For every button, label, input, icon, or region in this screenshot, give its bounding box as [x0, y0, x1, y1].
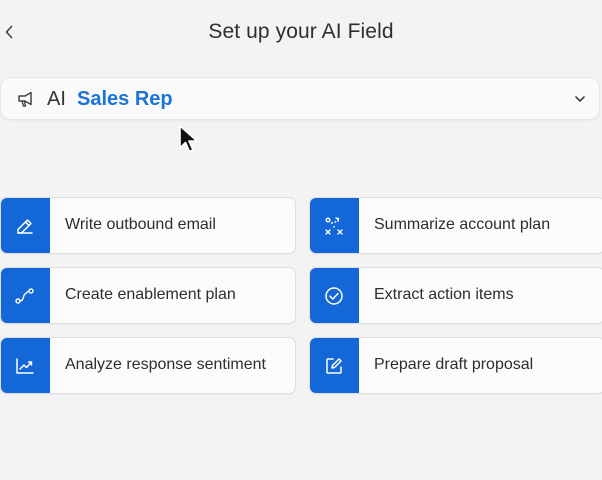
- action-label: Create enablement plan: [65, 286, 236, 303]
- page-title: Set up your AI Field: [208, 20, 394, 43]
- icon-tile: [1, 268, 50, 323]
- action-card-analyze-response-sentiment[interactable]: Analyze response sentiment: [0, 337, 296, 394]
- strategy-icon: [325, 216, 343, 235]
- action-label: Prepare draft proposal: [374, 356, 534, 373]
- icon-tile: [310, 268, 359, 323]
- header: Set up your AI Field: [0, 0, 602, 66]
- action-label: Summarize account plan: [374, 216, 551, 233]
- ai-prefix-label: AI: [47, 88, 66, 110]
- path-icon: [15, 287, 34, 304]
- action-card-prepare-draft-proposal[interactable]: Prepare draft proposal: [309, 337, 602, 394]
- action-card-create-enablement-plan[interactable]: Create enablement plan: [0, 267, 296, 324]
- ai-field-dropdown[interactable]: AI Sales Rep: [0, 77, 600, 120]
- check-circle-icon: [325, 286, 343, 305]
- action-card-extract-action-items[interactable]: Extract action items: [309, 267, 602, 324]
- icon-tile: [310, 198, 359, 253]
- action-label: Extract action items: [374, 286, 514, 303]
- action-label: Analyze response sentiment: [65, 356, 266, 373]
- icon-tile: [1, 198, 50, 253]
- mouse-cursor-icon: [179, 125, 198, 153]
- icon-tile: [1, 338, 50, 393]
- icon-tile: [310, 338, 359, 393]
- chevron-down-icon: [575, 96, 585, 102]
- edit-box-icon: [326, 357, 342, 374]
- selected-field-value: Sales Rep: [77, 88, 173, 110]
- action-card-summarize-account-plan[interactable]: Summarize account plan: [309, 197, 602, 254]
- bullhorn-icon: [18, 91, 32, 107]
- action-card-write-outbound-email[interactable]: Write outbound email: [0, 197, 296, 254]
- pencil-icon: [17, 218, 33, 234]
- trend-chart-icon: [16, 357, 34, 374]
- action-label: Write outbound email: [65, 216, 216, 233]
